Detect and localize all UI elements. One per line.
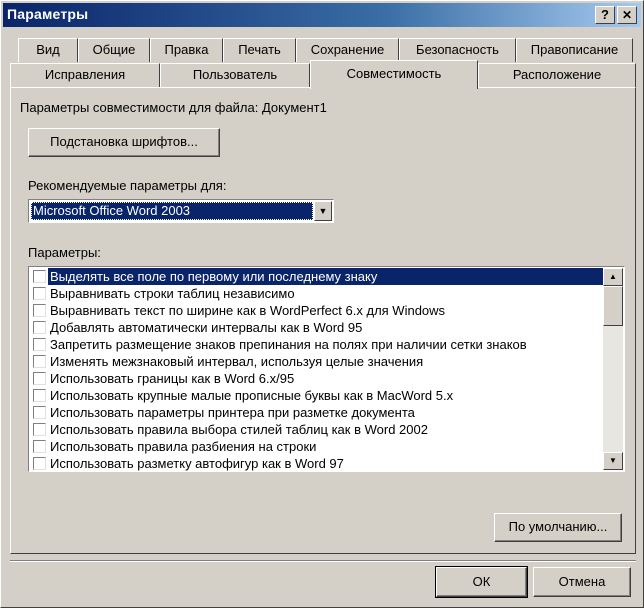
tab-file-locations[interactable]: Расположение [478, 63, 636, 87]
option-label: Использовать крупные малые прописные бук… [50, 388, 454, 403]
vertical-scrollbar[interactable]: ▲ ▼ [603, 268, 623, 470]
tab-track-changes[interactable]: Исправления [10, 63, 160, 87]
option-label: Использовать параметры принтера при разм… [50, 405, 415, 420]
cancel-button[interactable]: Отмена [533, 567, 631, 597]
tab-user-info[interactable]: Пользователь [160, 63, 310, 87]
option-label: Использовать правила разбиения на строки [50, 439, 317, 454]
option-label: Использовать границы как в Word 6.x/95 [50, 371, 295, 386]
compatibility-panel: Параметры совместимости для файла: Докум… [10, 87, 636, 554]
option-row[interactable]: Выравнивать текст по ширине как в WordPe… [31, 302, 599, 319]
option-label: Изменять межзнаковый интервал, используя… [50, 354, 424, 369]
option-label: Добавлять автоматически интервалы как в … [50, 320, 363, 335]
option-row[interactable]: Выравнивать строки таблиц независимо [31, 285, 599, 302]
option-checkbox[interactable] [33, 372, 46, 385]
options-label: Параметры: [28, 245, 101, 260]
option-row[interactable]: Использовать правила выбора стилей табли… [31, 421, 599, 438]
scroll-thumb[interactable] [603, 286, 623, 326]
option-checkbox[interactable] [33, 440, 46, 453]
scroll-down-button[interactable]: ▼ [603, 452, 623, 470]
option-row[interactable]: Использовать параметры принтера при разм… [31, 404, 599, 421]
option-checkbox[interactable] [33, 406, 46, 419]
option-label: Использовать правила выбора стилей табли… [50, 422, 428, 437]
option-checkbox[interactable] [33, 270, 46, 283]
tab-general[interactable]: Общие [78, 38, 150, 62]
scroll-down-icon: ▼ [609, 456, 617, 465]
option-checkbox[interactable] [33, 338, 46, 351]
tab-security[interactable]: Безопасность [399, 38, 516, 62]
recommended-select[interactable]: Microsoft Office Word 2003 ▼ [28, 199, 334, 223]
file-compat-label: Параметры совместимости для файла: Докум… [20, 100, 327, 115]
option-row[interactable]: Использовать крупные малые прописные бук… [31, 387, 599, 404]
dropdown-arrow-button[interactable]: ▼ [314, 201, 332, 221]
option-checkbox[interactable] [33, 457, 46, 470]
reset-default-button[interactable]: По умолчанию... [494, 513, 622, 542]
option-row[interactable]: Добавлять автоматически интервалы как в … [31, 319, 599, 336]
option-checkbox[interactable] [33, 321, 46, 334]
option-row[interactable]: Изменять межзнаковый интервал, используя… [31, 353, 599, 370]
divider [10, 560, 636, 562]
close-icon: ✕ [621, 8, 633, 22]
option-label: Использовать разметку автофигур как в Wo… [50, 456, 344, 471]
option-checkbox[interactable] [33, 304, 46, 317]
chevron-down-icon: ▼ [318, 206, 328, 216]
scroll-up-button[interactable]: ▲ [603, 268, 623, 286]
tab-save[interactable]: Сохранение [296, 38, 399, 62]
option-row[interactable]: Выделять все поле по первому или последн… [31, 268, 603, 285]
tab-compatibility[interactable]: Совместимость [310, 60, 478, 89]
recommended-value: Microsoft Office Word 2003 [31, 202, 313, 220]
option-label: Выделять все поле по первому или последн… [48, 268, 603, 285]
ok-button[interactable]: ОК [435, 566, 528, 598]
option-label: Выравнивать строки таблиц независимо [50, 286, 295, 301]
tab-spelling[interactable]: Правописание [516, 38, 633, 62]
option-row[interactable]: Запретить размещение знаков препинания н… [31, 336, 599, 353]
option-row[interactable]: Использовать правила разбиения на строки [31, 438, 599, 455]
recommended-label: Рекомендуемые параметры для: [28, 178, 227, 193]
option-checkbox[interactable] [33, 287, 46, 300]
close-button[interactable]: ✕ [617, 6, 637, 24]
option-checkbox[interactable] [33, 355, 46, 368]
option-label: Запретить размещение знаков препинания н… [50, 337, 527, 352]
scroll-up-icon: ▲ [609, 272, 617, 281]
font-substitution-button[interactable]: Подстановка шрифтов... [28, 128, 220, 157]
tab-edit[interactable]: Правка [150, 38, 223, 62]
window-title: Параметры [7, 6, 89, 22]
option-row[interactable]: Использовать разметку автофигур как в Wo… [31, 455, 599, 471]
option-label: Выравнивать текст по ширине как в WordPe… [50, 303, 446, 318]
tab-print[interactable]: Печать [223, 38, 296, 62]
help-button[interactable]: ? [595, 6, 615, 24]
title-bar[interactable]: Параметры ? ✕ [3, 3, 641, 27]
tab-view[interactable]: Вид [18, 38, 78, 62]
option-checkbox[interactable] [33, 423, 46, 436]
option-checkbox[interactable] [33, 389, 46, 402]
options-dialog: Параметры ? ✕ Вид Общие Правка Печать Со… [0, 0, 644, 608]
option-row[interactable]: Использовать границы как в Word 6.x/95 [31, 370, 599, 387]
options-listbox[interactable]: Выделять все поле по первому или последн… [28, 266, 625, 472]
